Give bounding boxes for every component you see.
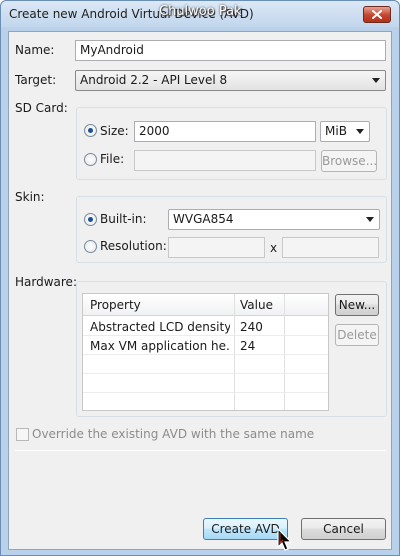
name-input[interactable]: MyAndroid [75,40,386,61]
footer-separator [15,450,386,451]
target-select-value: Android 2.2 - API Level 8 [80,73,228,87]
size-unit-value: MiB [325,124,347,138]
hardware-label: Hardware: [15,275,77,289]
watermark-text: Chulwoo Pak [159,4,242,19]
row-divider [83,373,328,374]
row-divider [83,392,328,393]
size-input[interactable]: 2000 [134,121,316,142]
builtin-radio[interactable] [84,213,97,226]
name-label: Name: [15,43,55,57]
title-bar[interactable]: Create new Android Virtual Device (AVD) … [1,1,399,27]
builtin-skin-select[interactable]: WVGA854 [168,209,380,230]
hardware-table-header: Property Value [83,294,328,316]
table-cell-value: 240 [240,320,263,334]
override-label: Override the existing AVD with the same … [32,427,315,441]
column-divider [284,294,285,410]
override-checkbox[interactable] [16,428,29,441]
row-divider [83,335,328,336]
file-radio[interactable] [84,153,97,166]
browse-button[interactable]: Browse... [321,150,377,172]
skin-label: Skin: [15,190,45,204]
target-label: Target: [15,73,57,87]
resolution-height-input[interactable] [282,237,379,258]
table-cell-property: Max VM application he... [90,339,230,353]
delete-hardware-button[interactable]: Delete [335,324,379,346]
column-divider [234,294,235,410]
new-hardware-button[interactable]: New... [335,294,379,316]
file-input[interactable] [134,150,316,171]
size-unit-select[interactable]: MiB [320,121,370,142]
chevron-down-icon [372,78,380,83]
file-label: File: [100,152,125,166]
create-avd-button[interactable]: Create AVD [203,518,288,540]
target-select[interactable]: Android 2.2 - API Level 8 [75,70,386,91]
resolution-x-label: x [270,241,278,255]
column-header-property[interactable]: Property [90,298,141,312]
cancel-button[interactable]: Cancel [301,518,386,540]
close-icon [372,10,382,19]
builtin-skin-value: WVGA854 [173,212,234,226]
size-radio[interactable] [84,124,97,137]
table-cell-property: Abstracted LCD density [90,320,230,334]
table-cell-value: 24 [240,339,256,353]
close-button[interactable] [363,6,391,23]
resolution-radio[interactable] [84,240,97,253]
column-header-value[interactable]: Value [240,298,273,312]
dialog-client-area: Name: MyAndroid Target: Android 2.2 - AP… [8,31,392,551]
size-label: Size: [100,124,129,138]
mouse-cursor-icon [277,528,293,551]
builtin-label: Built-in: [100,212,147,226]
hardware-table[interactable]: Property Value Abstracted LCD density 24… [82,293,329,411]
row-divider [83,354,328,355]
resolution-width-input[interactable] [168,237,265,258]
resolution-label: Resolution: [100,239,167,253]
chevron-down-icon [366,217,374,222]
chevron-down-icon [356,129,364,134]
avd-dialog-window: Create new Android Virtual Device (AVD) … [0,0,400,556]
sdcard-label: SD Card: [15,101,68,115]
